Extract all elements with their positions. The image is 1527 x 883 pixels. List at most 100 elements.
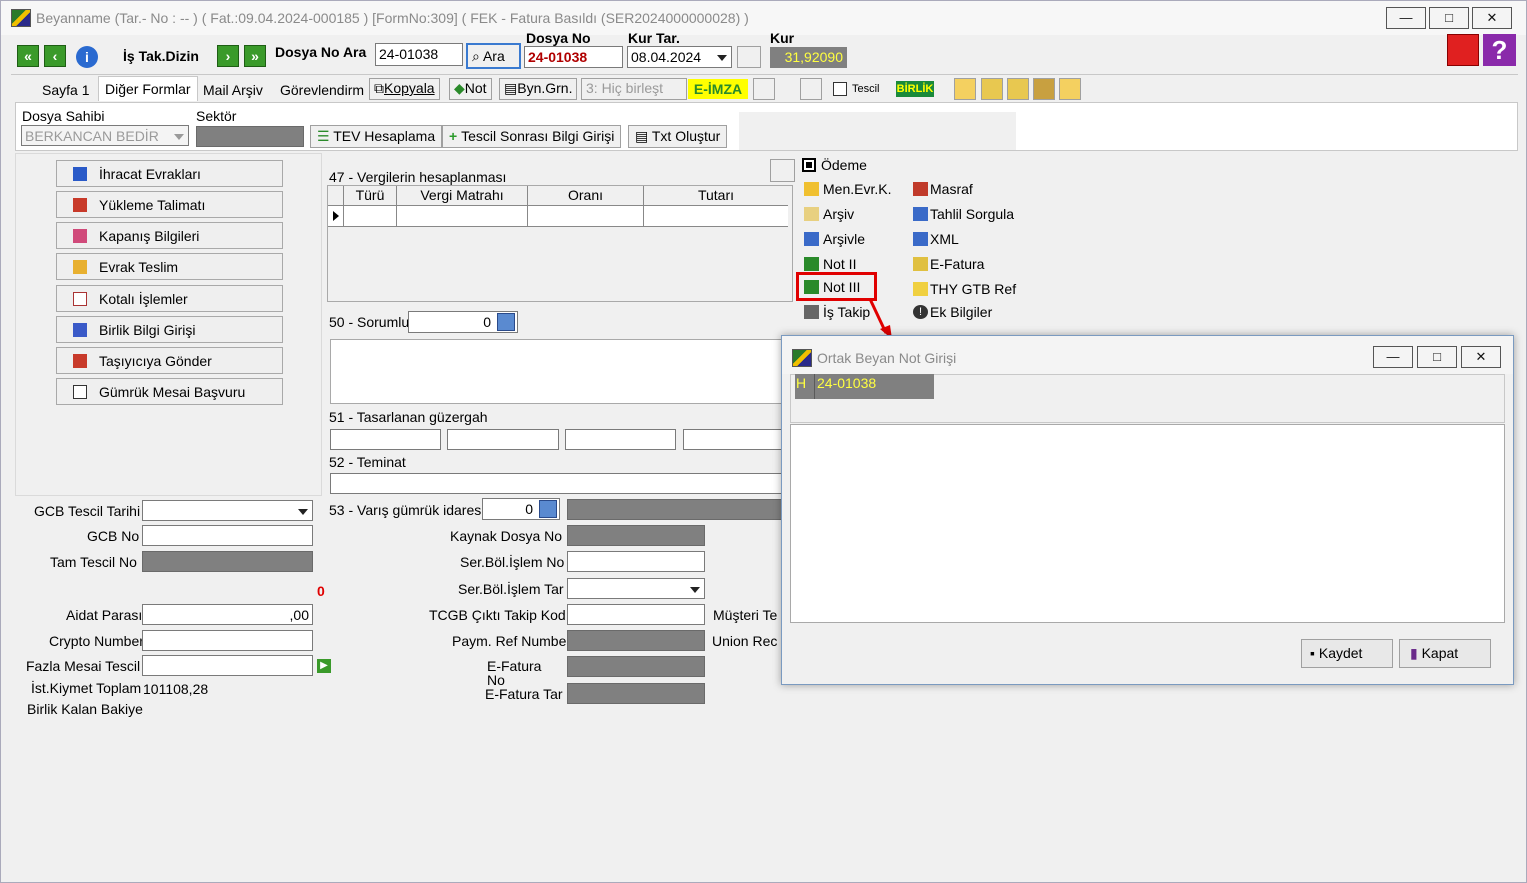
shield-icon[interactable] (753, 78, 775, 100)
birlik-button[interactable]: BİRLİK (896, 81, 934, 97)
divider (527, 206, 528, 227)
side-button-gumruk-mesai[interactable]: Gümrük Mesai Başvuru (56, 378, 283, 405)
folder-tools-icon[interactable] (1033, 78, 1055, 100)
play-icon[interactable]: ▶ (317, 659, 331, 673)
guzergah-input-4[interactable] (683, 429, 783, 450)
alarm-bell-icon[interactable] (1447, 34, 1479, 66)
e-imza-button[interactable]: E-İMZA (688, 79, 748, 99)
folder-open-icon[interactable] (1059, 78, 1081, 100)
kopyala-button[interactable]: ⧉Kopyala (369, 78, 440, 100)
chevron-down-icon[interactable] (174, 134, 184, 140)
dosya-no-search-input[interactable]: 24-01038 (375, 43, 463, 66)
sorumlu-textarea[interactable] (330, 339, 785, 404)
masraf-link[interactable]: Masraf (930, 181, 973, 197)
prev-record-button[interactable]: ‹ (44, 45, 66, 67)
guzergah-input-2[interactable] (447, 429, 559, 450)
teminat-input[interactable] (330, 473, 785, 494)
table-row[interactable] (328, 206, 788, 227)
calculator-icon[interactable] (770, 159, 795, 182)
maximize-button[interactable]: □ (1429, 7, 1469, 29)
side-button-yukleme[interactable]: Yükleme Talimatı (56, 191, 283, 218)
odeme-label[interactable]: Ödeme (821, 157, 867, 173)
dialog-maximize-button[interactable]: □ (1417, 346, 1457, 368)
tab-mail-arsiv[interactable]: Mail Arşiv (197, 78, 269, 102)
tescil-checkbox[interactable] (833, 82, 847, 96)
tab-sayfa-1[interactable]: Sayfa 1 (36, 78, 95, 102)
kur-tar-field[interactable]: 08.04.2024 (627, 46, 732, 68)
tescil-sonrasi-button[interactable]: + Tescil Sonrası Bilgi Girişi (442, 125, 622, 148)
dialog-minimize-button[interactable]: — (1373, 346, 1413, 368)
not-iii-link[interactable]: Not III (823, 279, 860, 295)
side-button-tasiyici[interactable]: Taşıyıcıya Gönder (56, 347, 283, 374)
side-button-ihracat[interactable]: İhracat Evrakları (56, 160, 283, 187)
odeme-checkbox[interactable] (802, 158, 816, 172)
varis-name-field (567, 499, 783, 520)
kaydet-button[interactable]: ▪ Kaydet (1301, 639, 1393, 668)
folder-icon[interactable] (954, 78, 976, 100)
note-textarea[interactable] (790, 424, 1505, 623)
kaynak-label: Kaynak Dosya No (450, 528, 563, 544)
list-icon (73, 292, 87, 306)
arsiv-link[interactable]: Arşiv (823, 206, 854, 222)
chevron-down-icon[interactable] (298, 509, 308, 515)
tcgb-input[interactable] (567, 604, 705, 625)
guzergah-input-3[interactable] (565, 429, 676, 450)
e-fatura-link[interactable]: E-Fatura (930, 256, 984, 272)
is-tak-dizin-label[interactable]: İş Tak.Dizin (123, 48, 199, 64)
tahlil-link[interactable]: Tahlil Sorgula (930, 206, 1014, 222)
serbol-no-input[interactable] (567, 551, 705, 572)
gcb-tarih-select[interactable] (142, 500, 313, 521)
document-icon: ▤ (504, 80, 518, 96)
birlestir-select[interactable]: 3: Hiç birleşt (581, 78, 687, 100)
is-takip-link[interactable]: İş Takip (823, 304, 870, 320)
tab-diger-formlar[interactable]: Diğer Formlar (98, 76, 198, 101)
kapat-button[interactable]: ▮ Kapat (1399, 639, 1491, 668)
txt-olustur-button[interactable]: ▤ Txt Oluştur (628, 125, 728, 148)
chevron-down-icon[interactable] (690, 587, 700, 593)
chevron-down-icon[interactable] (717, 55, 727, 61)
byn-grn-button[interactable]: ▤Byn.Grn. (499, 78, 578, 100)
side-label: Yükleme Talimatı (99, 197, 206, 213)
note-icon (804, 257, 819, 271)
arsivle-link[interactable]: Arşivle (823, 231, 865, 247)
not-button[interactable]: ◆Not (449, 78, 492, 100)
not-ii-link[interactable]: Not II (823, 256, 856, 272)
tab-gorevlendirm[interactable]: Görevlendirm (274, 78, 370, 102)
dosya-sahibi-select[interactable]: BERKANCAN BEDİR (21, 125, 189, 146)
side-button-kapanis[interactable]: Kapanış Bilgileri (56, 222, 283, 249)
side-button-birlik[interactable]: Birlik Bilgi Girişi (56, 316, 283, 343)
folder-export-icon[interactable] (1007, 78, 1029, 100)
serbol-tar-select[interactable] (567, 578, 705, 599)
aidat-input[interactable]: ,00 (142, 604, 313, 625)
lookup-icon[interactable] (539, 500, 557, 518)
side-button-kotali[interactable]: Kotalı İşlemler (56, 285, 283, 312)
dosya-no-field[interactable]: 24-01038 (524, 46, 623, 68)
ek-bilgiler-link[interactable]: Ek Bilgiler (930, 304, 992, 320)
next-record-button[interactable]: › (217, 45, 239, 67)
tev-hesaplama-button[interactable]: ☰ TEV Hesaplama (310, 125, 443, 148)
calendar-icon[interactable] (737, 46, 761, 68)
lookup-icon[interactable] (497, 313, 515, 331)
men-evr-link[interactable]: Men.Evr.K. (823, 181, 891, 197)
info-icon[interactable]: i (76, 46, 98, 68)
help-icon[interactable]: ? (1483, 34, 1516, 66)
thy-gtb-link[interactable]: THY GTB Ref (930, 281, 1016, 297)
guzergah-input-1[interactable] (330, 429, 441, 450)
side-button-evrak-teslim[interactable]: Evrak Teslim (56, 253, 283, 280)
side-label: Kapanış Bilgileri (99, 228, 200, 244)
last-record-button[interactable]: » (244, 45, 266, 67)
xml-link[interactable]: XML (930, 231, 959, 247)
gcb-no-input[interactable] (142, 525, 313, 546)
dialog-close-button[interactable]: ✕ (1461, 346, 1501, 368)
minimize-button[interactable]: — (1386, 7, 1426, 29)
crypto-input[interactable] (142, 630, 313, 651)
folder-upload-icon[interactable] (981, 78, 1003, 100)
ist-kiymet-label: İst.Kiymet Toplam (31, 680, 142, 696)
close-button[interactable]: ✕ (1472, 7, 1512, 29)
print-preview-icon[interactable] (800, 78, 822, 100)
ara-button[interactable]: ⌕ Ara (466, 43, 521, 69)
fazla-mesai-input[interactable] (142, 655, 313, 676)
title-bar: Beyanname (Tar.- No : -- ) ( Fat.:09.04.… (1, 1, 1526, 35)
side-label: Birlik Bilgi Girişi (99, 322, 196, 338)
first-record-button[interactable]: « (17, 45, 39, 67)
